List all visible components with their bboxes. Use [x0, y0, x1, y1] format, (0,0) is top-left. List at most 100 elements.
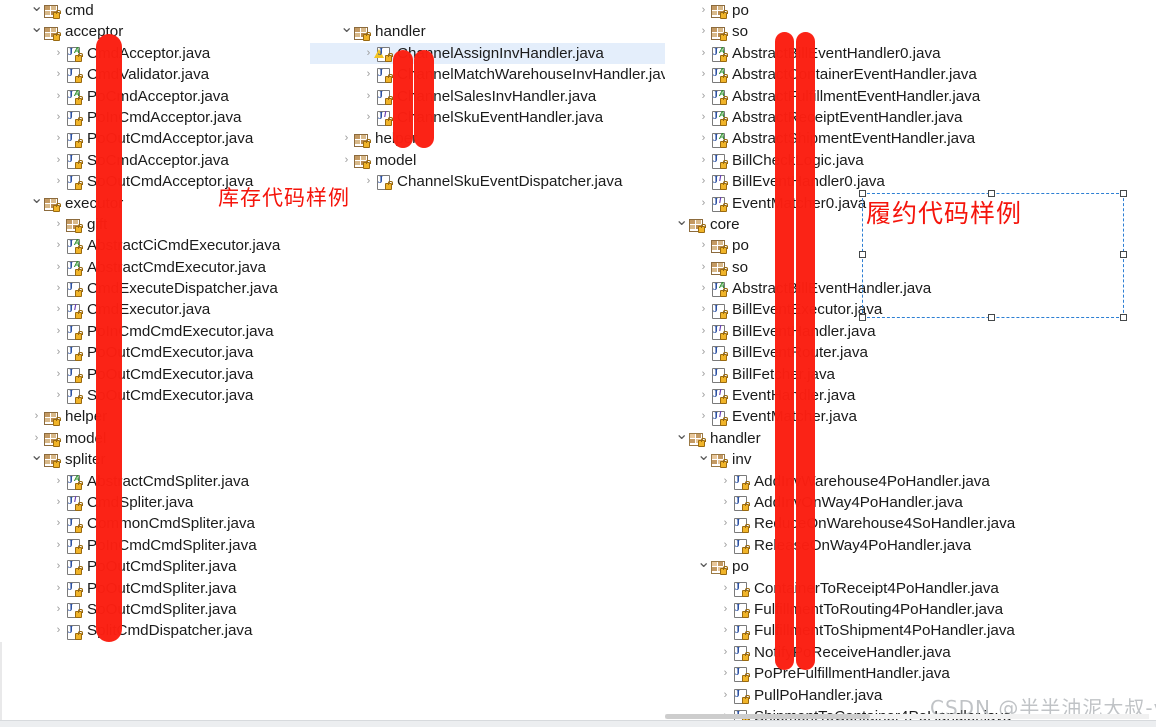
chevron-right-icon[interactable]: › — [697, 21, 710, 42]
chevron-right-icon[interactable]: › — [697, 193, 710, 214]
tree-file-row[interactable]: ›ChannelAssignInvHandler.java — [310, 42, 680, 65]
tree-file-row[interactable]: ›ICmdExecutor.java — [0, 299, 330, 320]
chevron-right-icon[interactable]: › — [52, 599, 65, 620]
tree-file-row[interactable]: › PoInCmdCmdSpliter.java — [0, 535, 330, 556]
chevron-right-icon[interactable]: › — [697, 0, 710, 21]
tree-package-row[interactable]: ⌄ handler — [665, 426, 1156, 449]
tree-package-row[interactable]: › model — [310, 150, 680, 171]
selection-handle-n[interactable] — [988, 190, 995, 197]
tree-file-row[interactable]: › SoOutCmdExecutor.java — [0, 385, 330, 406]
chevron-right-icon[interactable]: › — [697, 278, 710, 299]
tree-package-row[interactable]: › po — [665, 0, 1156, 21]
chevron-right-icon[interactable]: › — [52, 257, 65, 278]
tree-file-row[interactable]: › PoPreFulfillmentHandler.java — [665, 663, 1156, 684]
chevron-right-icon[interactable]: › — [52, 620, 65, 641]
chevron-right-icon[interactable]: › — [362, 64, 375, 85]
chevron-right-icon[interactable]: › — [340, 150, 353, 171]
chevron-right-icon[interactable]: › — [52, 64, 65, 85]
tree-file-row[interactable]: ›ACmdAcceptor.java — [0, 43, 330, 64]
tree-file-row[interactable]: › SoCmdAcceptor.java — [0, 150, 330, 171]
tree-file-row[interactable]: › PoInCmdCmdExecutor.java — [0, 321, 330, 342]
chevron-right-icon[interactable]: › — [52, 535, 65, 556]
tree-package-row[interactable]: › so — [665, 21, 1156, 42]
tree-package-row[interactable]: ⌄ cmd — [0, 0, 330, 21]
tree-package-row[interactable]: › gift — [0, 214, 330, 235]
tree-file-row[interactable]: ›IEventHandler.java — [665, 385, 1156, 406]
tree-package-row[interactable]: ⌄ acceptor — [0, 20, 330, 42]
chevron-right-icon[interactable]: › — [52, 86, 65, 107]
tree-file-row[interactable]: › PoOutCmdExecutor.java — [0, 342, 330, 363]
tree-file-row[interactable]: › CommonCmdSpliter.java — [0, 513, 330, 534]
chevron-right-icon[interactable]: › — [52, 513, 65, 534]
chevron-right-icon[interactable]: › — [52, 235, 65, 256]
tree-package-row[interactable]: › model — [0, 428, 330, 449]
chevron-right-icon[interactable]: › — [697, 107, 710, 128]
selection-handle-sw[interactable] — [859, 314, 866, 321]
tree-file-row[interactable]: ›AAbstractCiCmdExecutor.java — [0, 235, 330, 256]
channel-handler-tree[interactable]: ⌄handler›ChannelAssignInvHandler.java›Ch… — [310, 0, 680, 193]
chevron-right-icon[interactable]: › — [340, 128, 353, 149]
fulfillment-bill-tree[interactable]: ›po›so›AAbstractBillEventHandler0.java›A… — [665, 0, 1156, 727]
tree-file-row[interactable]: › ChannelSalesInvHandler.java — [310, 86, 680, 107]
chevron-right-icon[interactable]: › — [697, 150, 710, 171]
tree-file-row[interactable]: ›AAbstractReceiptEventHandler.java — [665, 107, 1156, 128]
chevron-right-icon[interactable]: › — [697, 43, 710, 64]
tree-file-row[interactable]: › CmdExecuteDispatcher.java — [0, 278, 330, 299]
chevron-right-icon[interactable]: › — [52, 385, 65, 406]
chevron-right-icon[interactable]: › — [719, 492, 732, 513]
chevron-right-icon[interactable]: › — [697, 86, 710, 107]
tree-file-row[interactable]: › ContainerToReceipt4PoHandler.java — [665, 578, 1156, 599]
tree-file-row[interactable]: › PoOutCmdSpliter.java — [0, 578, 330, 599]
chevron-right-icon[interactable]: › — [52, 471, 65, 492]
chevron-right-icon[interactable]: › — [30, 406, 43, 427]
inventory-command-tree[interactable]: ⌄cmd⌄acceptor›ACmdAcceptor.java›CmdValid… — [0, 0, 330, 642]
chevron-down-icon[interactable]: ⌄ — [675, 212, 688, 228]
chevron-right-icon[interactable]: › — [30, 428, 43, 449]
chevron-right-icon[interactable]: › — [697, 128, 710, 149]
tree-file-row[interactable]: › ReleaseOnWay4PoHandler.java — [665, 535, 1156, 556]
tree-file-row[interactable]: › FulfillmentToShipment4PoHandler.java — [665, 620, 1156, 641]
tree-file-row[interactable]: › CmdValidator.java — [0, 64, 330, 85]
tree-file-row[interactable]: › PoOutCmdSpliter.java — [0, 556, 330, 577]
chevron-right-icon[interactable]: › — [52, 171, 65, 192]
chevron-right-icon[interactable]: › — [52, 299, 65, 320]
chevron-right-icon[interactable]: › — [697, 171, 710, 192]
chevron-right-icon[interactable]: › — [697, 257, 710, 278]
tree-file-row[interactable]: ›AAbstractShipmentEventHandler.java — [665, 128, 1156, 149]
tree-file-row[interactable]: ›AAbstractContainerEventHandler.java — [665, 64, 1156, 85]
chevron-right-icon[interactable]: › — [52, 128, 65, 149]
tree-file-row[interactable]: ›AAbstractCmdSpliter.java — [0, 471, 330, 492]
tree-file-row[interactable]: › ReduceOnWarehouse4SoHandler.java — [665, 513, 1156, 534]
tree-file-row[interactable]: ›IChannelSkuEventHandler.java — [310, 107, 680, 128]
chevron-right-icon[interactable]: › — [719, 599, 732, 620]
selection-handle-se[interactable] — [1120, 314, 1127, 321]
chevron-right-icon[interactable]: › — [697, 385, 710, 406]
selection-rectangle[interactable] — [859, 190, 1127, 321]
tree-file-row[interactable]: › ChannelMatchWarehouseInvHandler.jav — [310, 64, 680, 85]
tree-file-row[interactable]: › PoInCmdAcceptor.java — [0, 107, 330, 128]
chevron-right-icon[interactable]: › — [719, 471, 732, 492]
tree-file-row[interactable]: ›ICmdSpliter.java — [0, 492, 330, 513]
tree-package-row[interactable]: ⌄ po — [665, 554, 1156, 577]
tree-package-row[interactable]: › helper — [0, 406, 330, 427]
selection-handle-s[interactable] — [988, 314, 995, 321]
chevron-right-icon[interactable]: › — [697, 364, 710, 385]
chevron-down-icon[interactable]: ⌄ — [30, 20, 43, 36]
tree-file-row[interactable]: › BillEventRouter.java — [665, 342, 1156, 363]
chevron-right-icon[interactable]: › — [362, 107, 375, 128]
tree-file-row[interactable]: ›IEventMatcher.java — [665, 406, 1156, 427]
chevron-right-icon[interactable]: › — [697, 406, 710, 427]
tree-file-row[interactable]: › SplitCmdDispatcher.java — [0, 620, 330, 641]
tree-package-row[interactable]: ⌄ inv — [665, 447, 1156, 470]
tree-file-row[interactable]: ›AAbstractFulfillmentEventHandler.java — [665, 86, 1156, 107]
chevron-down-icon[interactable]: ⌄ — [30, 0, 43, 14]
chevron-down-icon[interactable]: ⌄ — [697, 447, 710, 463]
chevron-right-icon[interactable]: › — [52, 556, 65, 577]
chevron-right-icon[interactable]: › — [697, 235, 710, 256]
selection-handle-nw[interactable] — [859, 190, 866, 197]
chevron-right-icon[interactable]: › — [719, 578, 732, 599]
tree-file-row[interactable]: › ChannelSkuEventDispatcher.java — [310, 171, 680, 192]
chevron-right-icon[interactable]: › — [52, 321, 65, 342]
tree-file-row[interactable]: ›AAbstractCmdExecutor.java — [0, 257, 330, 278]
chevron-right-icon[interactable]: › — [697, 299, 710, 320]
